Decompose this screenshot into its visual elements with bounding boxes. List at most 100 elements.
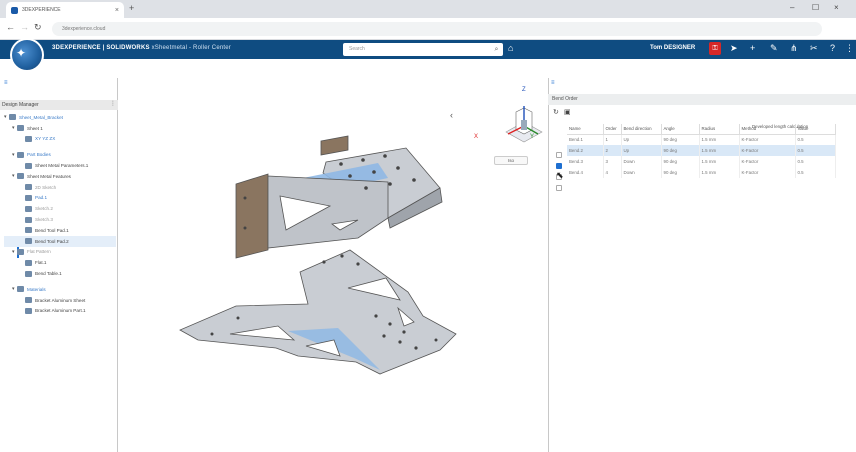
panel-tab-icon[interactable]: ≡	[4, 80, 8, 86]
close-tab-icon[interactable]: ×	[115, 7, 119, 14]
tree-item[interactable]: ▾ Sheet_Metal_Bracket	[4, 112, 116, 123]
cell-angle: 90 deg	[661, 145, 700, 156]
feature-icon	[25, 238, 32, 245]
col-order[interactable]: Order	[603, 124, 622, 135]
table-row[interactable]: Bend.2 2 Up 90 deg 1.5 mm K-Factor 0.5	[567, 145, 836, 156]
3d-scene[interactable]: Z X Y	[118, 78, 548, 452]
browser-tab-title: 3DEXPERIENCE	[22, 7, 61, 13]
cell-name: Bend.1	[567, 134, 604, 145]
tree-item-label: Bend Table.1	[35, 271, 62, 277]
tree-item-label: Materials	[27, 286, 46, 292]
tree-item[interactable]: Bend Tool Pad.2	[4, 235, 116, 247]
axis-triad	[505, 106, 543, 143]
cell-name: Bend.4	[567, 167, 604, 178]
tree-item-label: Part Bodies	[27, 152, 51, 158]
tree-item[interactable]: ▾ Sheet 1	[4, 123, 116, 134]
col-name[interactable]: Name	[567, 124, 604, 135]
maximize-window-button[interactable]: ☐	[812, 3, 819, 12]
panel-title: Design Manager	[0, 100, 118, 110]
row-checkbox[interactable]	[556, 185, 562, 191]
tree-item[interactable]: ▾ Materials	[4, 284, 116, 295]
tree-item[interactable]: ▾ Sheet Metal Features	[4, 171, 116, 182]
bend-order-table: Name Order Bend direction Angle Radius M…	[567, 124, 836, 178]
tree-item[interactable]: Bracket Aluminum Sheet	[4, 295, 116, 306]
cell-method: K-Factor	[739, 167, 796, 178]
axis-z-label: Z	[522, 87, 526, 93]
forward-arrow-icon[interactable]: →	[20, 22, 29, 32]
feature-icon	[25, 184, 32, 191]
cell-value: 0.5	[795, 134, 836, 145]
network-icon[interactable]: ⋔	[790, 43, 798, 54]
minimize-window-button[interactable]: –	[790, 3, 794, 12]
tree-item[interactable]: 2D Sketch	[4, 182, 116, 193]
tree-item[interactable]: Bend Tool Pad.1	[4, 225, 116, 236]
cell-order: 4	[603, 167, 622, 178]
cell-value: 0.5	[795, 167, 836, 178]
table-row[interactable]: Bend.3 3 Down 90 deg 1.5 mm K-Factor 0.5	[567, 156, 836, 167]
cell-angle: 90 deg	[661, 134, 700, 145]
col-method[interactable]: Method	[739, 124, 796, 135]
search-input[interactable]: Search	[343, 43, 503, 56]
app-brand: 3DEXPERIENCE | SOLIDWORKS xSheetmetal - …	[52, 45, 231, 51]
cell-bend-direction: Up	[621, 134, 662, 145]
flat-pattern-part	[179, 249, 457, 375]
help-icon[interactable]: ?	[830, 43, 835, 53]
cell-method: K-Factor	[739, 134, 796, 145]
lock-icon[interactable]: ⚿	[709, 42, 721, 55]
feature-icon	[25, 270, 32, 277]
cell-order: 3	[603, 156, 622, 167]
back-arrow-icon[interactable]: ←	[6, 22, 15, 32]
tree-item[interactable]: ▾ Flat Pattern	[4, 247, 116, 258]
new-tab-button[interactable]: +	[129, 3, 134, 13]
feature-icon	[17, 173, 24, 180]
cell-angle: 90 deg	[661, 167, 700, 178]
tree-item[interactable]: Bracket Aluminum Part.1	[4, 306, 116, 317]
tree-item[interactable]: Sketch.3	[4, 214, 116, 225]
tree-item[interactable]: Sketch.2	[4, 203, 116, 214]
browser-tab[interactable]: 3DEXPERIENCE ×	[6, 2, 124, 18]
refresh-icon[interactable]: ↻	[553, 108, 559, 116]
row-checkbox[interactable]	[556, 163, 562, 169]
col-angle[interactable]: Angle	[661, 124, 700, 135]
panel-tab-icon[interactable]: ≡	[551, 80, 555, 86]
tree-item[interactable]: Sheet Metal Parameters.1	[4, 160, 116, 171]
col-value[interactable]: Value	[795, 124, 836, 135]
reload-icon[interactable]: ↻	[34, 22, 42, 33]
tree-item[interactable]: ▾ Part Bodies	[4, 149, 116, 160]
search-icon[interactable]: ⌕	[490, 43, 503, 56]
feature-icon	[17, 286, 24, 293]
row-checkbox[interactable]	[556, 152, 562, 158]
add-icon[interactable]: +	[750, 43, 755, 53]
col-bend-direction[interactable]: Bend direction	[621, 124, 662, 135]
table-row[interactable]: Bend.4 4 Down 90 deg 1.5 mm K-Factor 0.5	[567, 167, 836, 178]
tools-icon[interactable]: ✂	[810, 43, 818, 54]
axis-x-label: X	[474, 134, 478, 140]
pen-icon[interactable]: ✎	[770, 43, 778, 54]
feature-icon	[25, 259, 32, 266]
panel-grip-icon[interactable]: ⋮	[110, 100, 116, 107]
tree-item[interactable]: XY YZ ZX	[4, 134, 116, 145]
feature-icon	[25, 307, 32, 314]
cell-value: 0.5	[795, 145, 836, 156]
tree-item[interactable]: Bend Table.1	[4, 268, 116, 279]
feature-icon	[9, 114, 16, 121]
user-name[interactable]: Tom DESIGNER	[650, 45, 695, 51]
cell-angle: 90 deg	[661, 156, 700, 167]
more-icon[interactable]: ⋮	[845, 43, 854, 54]
cell-method: K-Factor	[739, 156, 796, 167]
tree-item[interactable]: Flat.1	[4, 257, 116, 268]
share-icon[interactable]: ➤	[730, 43, 738, 54]
tree-item-label: Bend Tool Pad.1	[35, 227, 69, 233]
tag-icon[interactable]: ⌂	[508, 43, 513, 53]
tree-item[interactable]: Pad.1	[4, 193, 116, 204]
cell-name: Bend.3	[567, 156, 604, 167]
tree-item-label: Sheet_Metal_Bracket	[19, 114, 63, 120]
collapse-arrow-icon[interactable]: ‹	[450, 110, 453, 120]
close-window-button[interactable]: ×	[834, 3, 839, 12]
table-row[interactable]: Bend.1 1 Up 90 deg 1.5 mm K-Factor 0.5	[567, 134, 836, 145]
view-mode-dropdown[interactable]: Iso	[494, 156, 528, 165]
url-input[interactable]: 3dexperience.cloud	[52, 22, 822, 36]
col-radius[interactable]: Radius	[699, 124, 740, 135]
save-icon[interactable]: ▣	[564, 108, 571, 116]
app-favicon-icon	[11, 6, 18, 14]
